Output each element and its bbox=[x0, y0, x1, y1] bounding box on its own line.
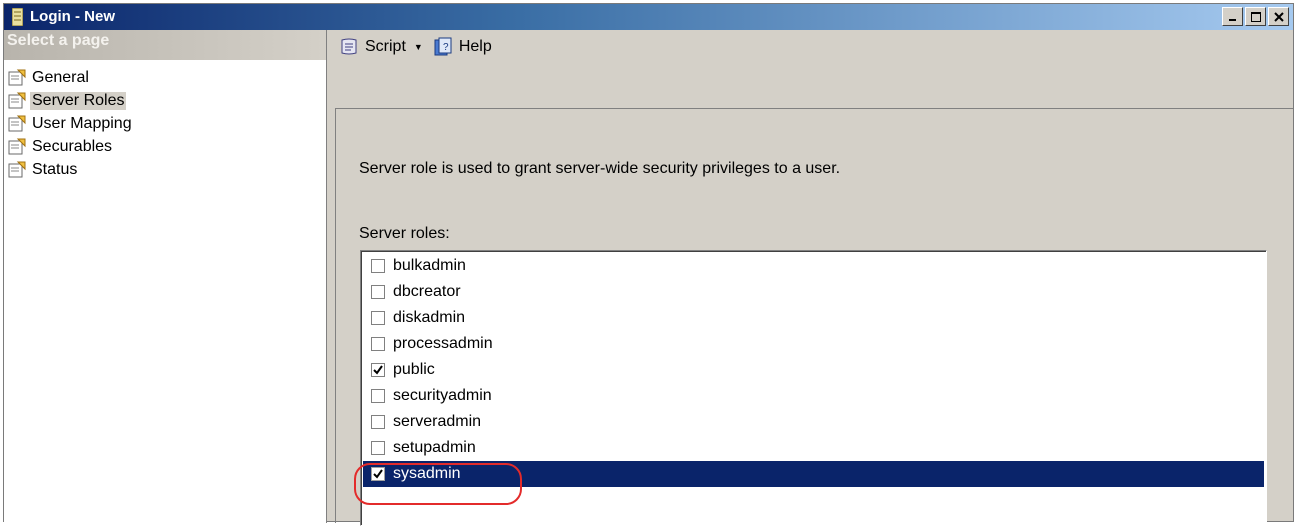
role-name: processadmin bbox=[393, 335, 493, 352]
page-icon bbox=[8, 92, 26, 109]
page-icon bbox=[8, 69, 26, 86]
login-new-dialog: Login - New Select a page General Server… bbox=[3, 3, 1294, 526]
role-name: diskadmin bbox=[393, 309, 466, 326]
help-button[interactable]: ? Help bbox=[433, 37, 492, 57]
maximize-button[interactable] bbox=[1245, 7, 1266, 26]
role-checkbox[interactable] bbox=[371, 337, 385, 351]
role-checkbox[interactable] bbox=[371, 285, 385, 299]
window-controls bbox=[1222, 7, 1289, 26]
help-label: Help bbox=[458, 38, 492, 55]
server-roles-label: Server roles: bbox=[359, 225, 450, 242]
role-row-dbcreator[interactable]: dbcreator bbox=[363, 279, 1264, 305]
minimize-icon bbox=[1228, 18, 1236, 21]
chevron-down-icon[interactable]: ▼ bbox=[414, 42, 423, 52]
maximize-icon bbox=[1250, 11, 1261, 22]
sidebar-item-label: User Mapping bbox=[32, 115, 132, 132]
close-button[interactable] bbox=[1268, 7, 1289, 26]
role-row-processadmin[interactable]: processadmin bbox=[363, 331, 1264, 357]
sidebar-header: Select a page bbox=[4, 30, 326, 60]
toolbar: Script ▼ ? Help bbox=[327, 30, 1298, 64]
role-name: sysadmin bbox=[393, 465, 461, 482]
page-selector-sidebar: Select a page General Server Roles User … bbox=[4, 30, 327, 523]
page-icon bbox=[8, 115, 26, 132]
sidebar-item-label: Server Roles bbox=[30, 92, 127, 110]
sidebar-item-label: Securables bbox=[32, 138, 113, 155]
role-row-serveradmin[interactable]: serveradmin bbox=[363, 409, 1264, 435]
role-row-bulkadmin[interactable]: bulkadmin bbox=[363, 253, 1264, 279]
server-roles-list[interactable]: bulkadmin dbcreator diskadmin processadm… bbox=[360, 250, 1267, 526]
minimize-button[interactable] bbox=[1222, 7, 1243, 26]
role-name: public bbox=[393, 361, 435, 378]
role-row-securityadmin[interactable]: securityadmin bbox=[363, 383, 1264, 409]
server-roles-panel: Server role is used to grant server-wide… bbox=[335, 108, 1293, 526]
role-row-setupadmin[interactable]: setupadmin bbox=[363, 435, 1264, 461]
main-content: Script ▼ ? Help Server role is used to g… bbox=[327, 30, 1293, 526]
sidebar-item-user-mapping[interactable]: User Mapping bbox=[8, 112, 134, 136]
sidebar-item-general[interactable]: General bbox=[8, 66, 91, 90]
window-title: Login - New bbox=[30, 8, 115, 25]
close-icon bbox=[1273, 11, 1284, 22]
script-button[interactable]: Script ▼ bbox=[339, 37, 423, 57]
role-row-diskadmin[interactable]: diskadmin bbox=[363, 305, 1264, 331]
role-row-sysadmin[interactable]: sysadmin bbox=[363, 461, 1264, 487]
sidebar-item-label: Status bbox=[32, 161, 78, 178]
role-checkbox[interactable] bbox=[371, 467, 385, 481]
role-checkbox[interactable] bbox=[371, 415, 385, 429]
role-checkbox[interactable] bbox=[371, 259, 385, 273]
checkmark-icon bbox=[373, 469, 383, 479]
role-checkbox[interactable] bbox=[371, 441, 385, 455]
role-name: bulkadmin bbox=[393, 257, 466, 274]
checkmark-icon bbox=[373, 365, 383, 375]
role-checkbox[interactable] bbox=[371, 363, 385, 377]
page-icon bbox=[8, 161, 26, 178]
role-name: securityadmin bbox=[393, 387, 492, 404]
role-checkbox[interactable] bbox=[371, 311, 385, 325]
role-name: dbcreator bbox=[393, 283, 461, 300]
script-label: Script bbox=[365, 38, 406, 55]
sidebar-item-server-roles[interactable]: Server Roles bbox=[8, 89, 127, 113]
role-checkbox[interactable] bbox=[371, 389, 385, 403]
page-icon bbox=[8, 138, 26, 155]
sidebar-item-securables[interactable]: Securables bbox=[8, 135, 114, 159]
role-name: setupadmin bbox=[393, 439, 476, 456]
role-row-public[interactable]: public bbox=[363, 357, 1264, 383]
sidebar-item-status[interactable]: Status bbox=[8, 158, 79, 182]
window-app-icon bbox=[12, 8, 23, 26]
page-description: Server role is used to grant server-wide… bbox=[359, 160, 841, 177]
sidebar-item-label: General bbox=[32, 69, 89, 86]
role-name: serveradmin bbox=[393, 413, 482, 430]
help-icon: ? bbox=[434, 37, 452, 56]
title-bar[interactable]: Login - New bbox=[4, 4, 1293, 30]
script-icon bbox=[341, 38, 357, 55]
svg-text:?: ? bbox=[443, 42, 449, 53]
